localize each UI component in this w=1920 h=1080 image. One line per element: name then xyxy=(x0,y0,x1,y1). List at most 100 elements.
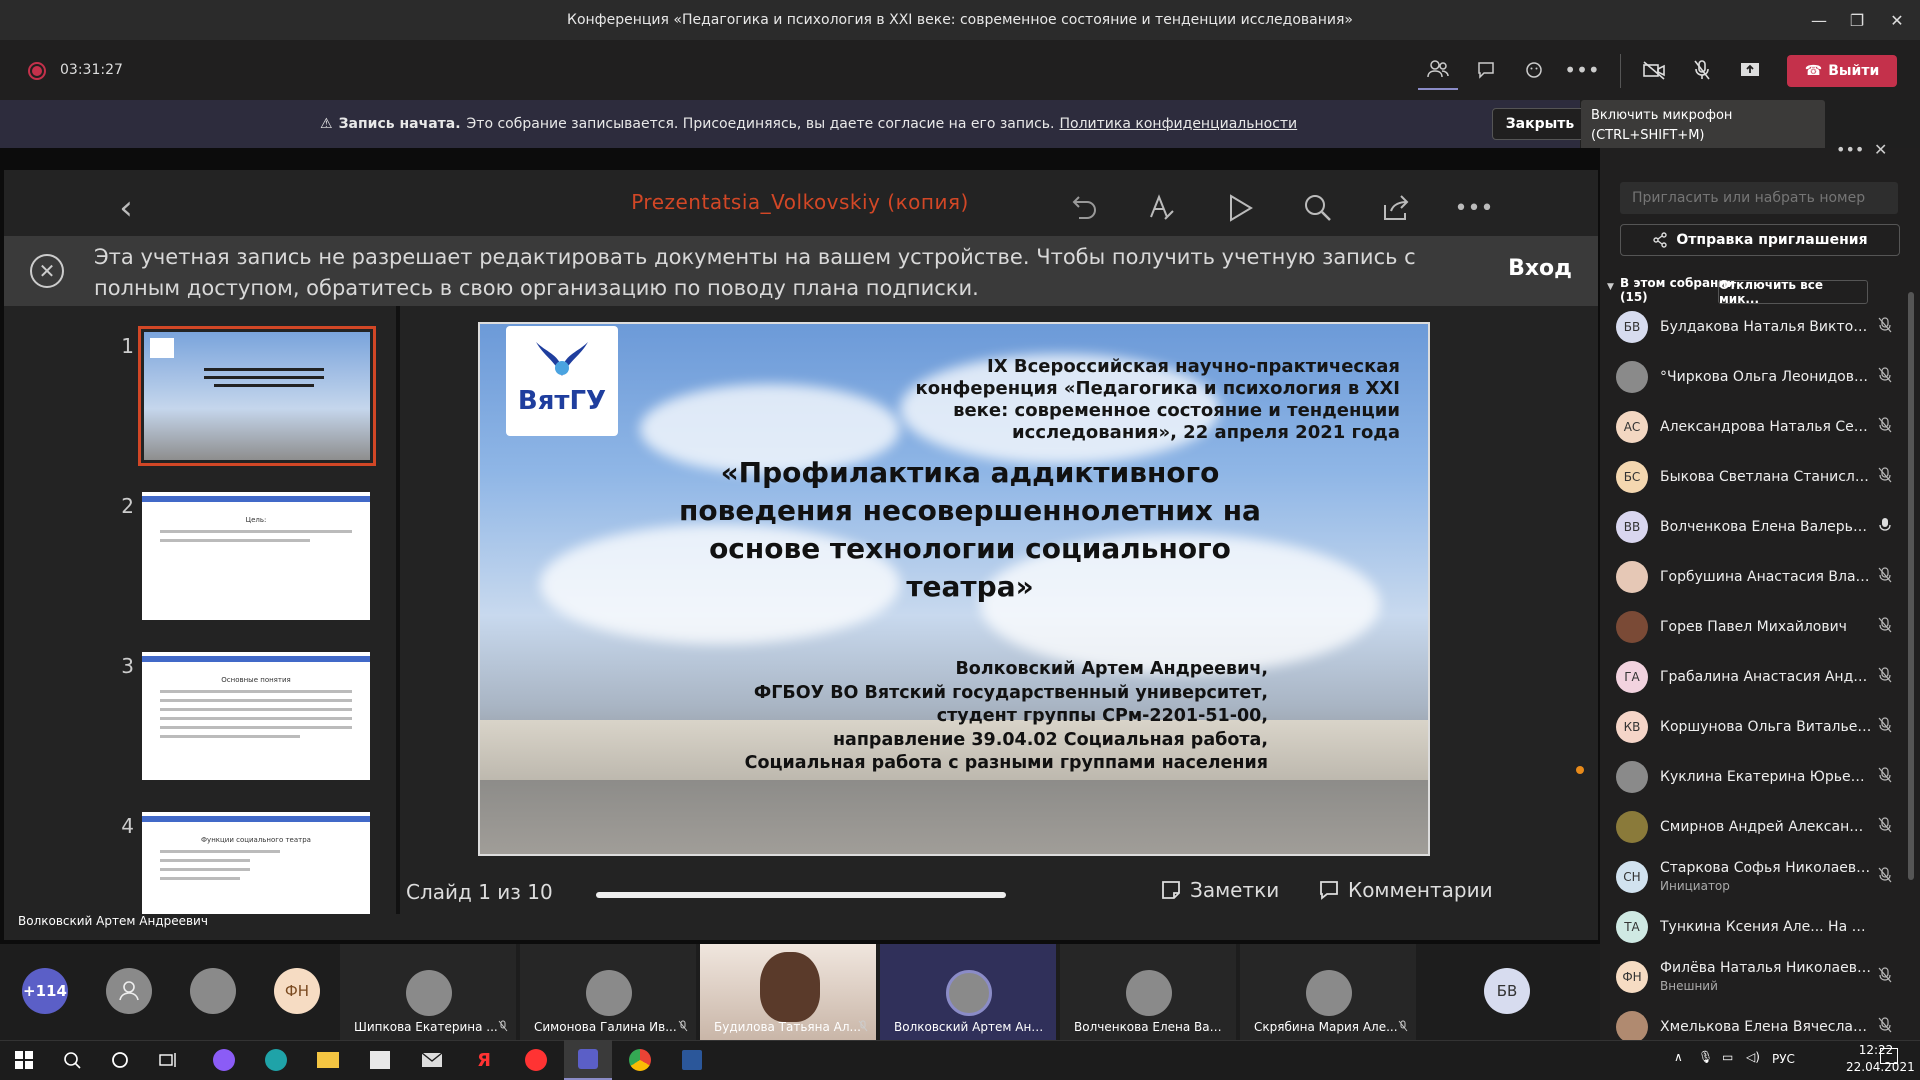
participant-row[interactable]: АС Александрова Наталья Серг... xyxy=(1616,402,1896,452)
participant-name: Александрова Наталья Серг... xyxy=(1660,419,1872,435)
windows-start-icon[interactable] xyxy=(0,1040,48,1080)
participant-row[interactable]: БВ Булдакова Наталья Викторо... xyxy=(1616,302,1896,352)
chat-icon[interactable] xyxy=(1466,50,1506,90)
mic-off-icon[interactable] xyxy=(1878,817,1892,837)
tray-mic-icon[interactable]: 🎙 xyxy=(1698,1050,1713,1064)
mute-all-button[interactable]: Отключить все мик... xyxy=(1718,278,1868,306)
participant-video-tile[interactable]: Волченкова Елена Валер... xyxy=(1060,944,1238,1040)
participant-row[interactable]: Горев Павел Михайлович xyxy=(1616,602,1896,652)
mic-off-icon[interactable] xyxy=(1878,367,1892,387)
pen-icon[interactable] xyxy=(1142,188,1182,228)
participants-icon[interactable] xyxy=(1418,50,1458,90)
mic-off-icon[interactable] xyxy=(1878,617,1892,637)
panel-scrollbar[interactable] xyxy=(1908,292,1914,880)
thumbnail-number: 3 xyxy=(121,654,134,678)
network-icon[interactable]: ▭ xyxy=(1722,1050,1733,1064)
edge-icon[interactable] xyxy=(252,1040,300,1080)
file-explorer-icon[interactable] xyxy=(304,1040,352,1080)
search-icon[interactable] xyxy=(1298,188,1338,228)
mic-on-icon[interactable] xyxy=(1878,517,1892,537)
slide-progress-bar[interactable] xyxy=(596,892,1006,898)
participant-row[interactable]: Смирнов Андрей Александр... xyxy=(1616,802,1896,852)
mic-off-icon[interactable] xyxy=(1878,567,1892,587)
cortana-icon[interactable] xyxy=(96,1040,144,1080)
send-invite-button[interactable]: Отправка приглашения xyxy=(1620,224,1900,256)
share-icon[interactable] xyxy=(1376,188,1416,228)
yandex-browser-icon[interactable] xyxy=(512,1040,560,1080)
invite-input[interactable] xyxy=(1620,182,1898,214)
overflow-participants-badge[interactable]: +114 xyxy=(22,968,68,1014)
avatar-icon xyxy=(106,968,152,1014)
notifications-icon[interactable] xyxy=(1880,1048,1898,1064)
participant-name: Быкова Светлана Станислав... xyxy=(1660,469,1872,485)
task-view-icon[interactable] xyxy=(144,1040,192,1080)
app-icon[interactable] xyxy=(200,1040,248,1080)
mail-icon[interactable] xyxy=(408,1040,456,1080)
more-options-icon[interactable]: ••• xyxy=(1562,50,1602,90)
mic-off-icon[interactable] xyxy=(1878,1017,1892,1037)
privacy-policy-link[interactable]: Политика конфиденциальности xyxy=(1060,116,1298,132)
collapse-chevron-icon[interactable]: ▼ xyxy=(1607,282,1614,292)
mic-off-icon[interactable] xyxy=(1682,50,1722,90)
participant-video-tile[interactable]: Симонова Галина Ив... xyxy=(520,944,698,1040)
comments-button[interactable]: Комментарии xyxy=(1318,878,1493,902)
mic-off-icon[interactable] xyxy=(1878,467,1892,487)
recording-icon xyxy=(28,62,46,80)
close-banner-button[interactable]: Закрыть xyxy=(1492,108,1588,140)
volume-icon[interactable]: ◁) xyxy=(1746,1050,1760,1064)
login-button[interactable]: Вход xyxy=(1490,256,1590,281)
mic-off-icon[interactable] xyxy=(1878,767,1892,787)
close-window-icon[interactable]: ✕ xyxy=(1874,0,1920,40)
mic-off-icon[interactable] xyxy=(1878,317,1892,337)
word-icon[interactable] xyxy=(668,1040,716,1080)
participant-row[interactable]: Куклина Екатерина Юрьевна xyxy=(1616,752,1896,802)
mic-off-icon[interactable] xyxy=(1878,417,1892,437)
mic-off-icon[interactable] xyxy=(1878,867,1892,887)
teams-icon[interactable] xyxy=(564,1040,612,1080)
participant-video-tile[interactable]: Шипкова Екатерина ... xyxy=(340,944,518,1040)
slide-thumbnail-3[interactable]: Основные понятия xyxy=(142,652,370,780)
slide-thumbnail-2[interactable]: Цель: xyxy=(142,492,370,620)
participant-row[interactable]: ФН Филёва Наталья Николаевна Внешний xyxy=(1616,952,1896,1002)
camera-off-icon[interactable] xyxy=(1634,50,1674,90)
dismiss-notice-icon[interactable]: ✕ xyxy=(30,254,64,288)
close-panel-icon[interactable]: ✕ xyxy=(1874,140,1887,159)
notes-icon xyxy=(1162,881,1180,899)
back-arrow-icon[interactable]: ‹ xyxy=(106,188,146,228)
avatar xyxy=(190,968,236,1014)
panel-more-icon[interactable]: ••• xyxy=(1836,140,1864,159)
participant-row[interactable]: ТА Тункина Ксения Але... На удержании xyxy=(1616,902,1896,952)
yandex-icon[interactable]: Я xyxy=(460,1040,508,1080)
mic-off-icon[interactable] xyxy=(1878,667,1892,687)
mic-off-icon[interactable] xyxy=(1878,967,1892,987)
participant-name: Куклина Екатерина Юрьевна xyxy=(1660,769,1872,785)
participant-row[interactable]: БС Быкова Светлана Станислав... xyxy=(1616,452,1896,502)
tray-chevron-icon[interactable]: ∧ xyxy=(1674,1050,1683,1064)
reactions-icon[interactable] xyxy=(1514,50,1554,90)
play-icon[interactable] xyxy=(1220,188,1260,228)
search-icon[interactable] xyxy=(48,1040,96,1080)
more-options-icon[interactable]: ••• xyxy=(1454,188,1494,228)
participant-row[interactable]: СН Старкова Софья Николаевна Инициатор xyxy=(1616,852,1896,902)
participant-video-tile[interactable]: Волковский Артем Андре... xyxy=(880,944,1058,1040)
leave-button[interactable]: ☎ Выйти xyxy=(1787,55,1897,87)
comment-icon xyxy=(1320,881,1338,900)
notes-button[interactable]: Заметки xyxy=(1160,878,1279,902)
participant-row[interactable]: °Чиркова Ольга Леонидовн... xyxy=(1616,352,1896,402)
participant-row[interactable]: ГА Грабалина Анастасия Андре... xyxy=(1616,652,1896,702)
slide-thumbnail-1[interactable] xyxy=(144,332,370,460)
avatar: БВ xyxy=(1484,968,1530,1014)
participant-row[interactable]: КВ Коршунова Ольга Витальевна xyxy=(1616,702,1896,752)
mic-off-icon[interactable] xyxy=(1878,717,1892,737)
participant-row[interactable]: ВВ Волченкова Елена Валерьев... xyxy=(1616,502,1896,552)
store-icon[interactable] xyxy=(356,1040,404,1080)
participant-row[interactable]: Горбушина Анастасия Влади... xyxy=(1616,552,1896,602)
logo-text: ВятГУ xyxy=(517,386,607,416)
slide-thumbnail-4[interactable]: Функции социального театра xyxy=(142,812,370,914)
participant-video-tile[interactable]: Будилова Татьяна Ал... xyxy=(700,944,878,1040)
chrome-icon[interactable] xyxy=(616,1040,664,1080)
input-language[interactable]: РУС xyxy=(1772,1052,1795,1066)
undo-icon[interactable] xyxy=(1064,188,1104,228)
participant-video-tile[interactable]: Скрябина Мария Але... xyxy=(1240,944,1418,1040)
share-screen-icon[interactable] xyxy=(1730,50,1770,90)
